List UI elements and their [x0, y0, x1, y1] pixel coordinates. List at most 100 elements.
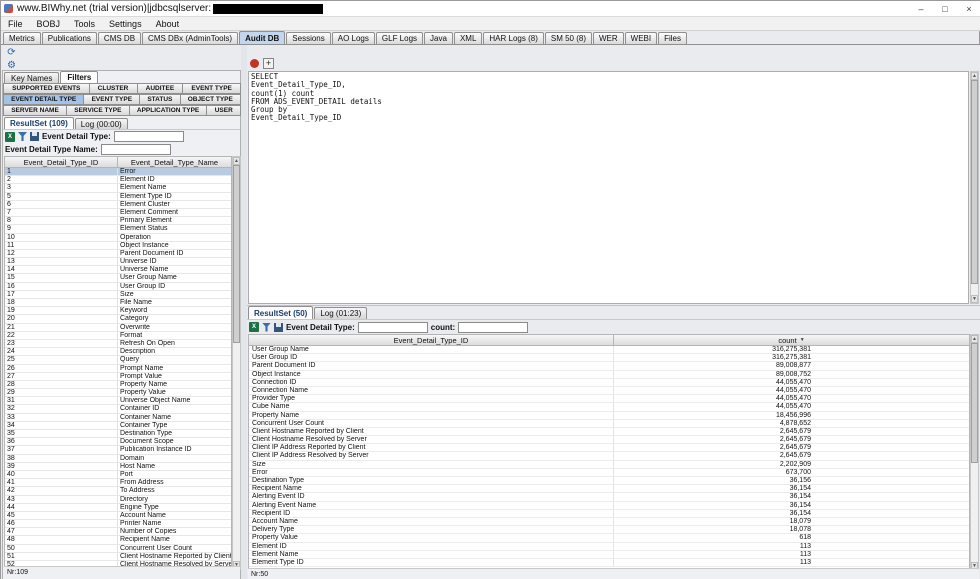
main-tab[interactable]: Metrics — [3, 32, 41, 44]
scroll-up-icon[interactable]: ▲ — [971, 335, 978, 343]
table-row[interactable]: 13 Universe ID — [5, 258, 231, 267]
table-row[interactable]: 35 Destination Type — [5, 430, 231, 439]
table-row[interactable]: 9 Element Status — [5, 225, 231, 234]
table-row[interactable]: 51 Client Hostname Reported by Client — [5, 552, 231, 561]
menu-item[interactable]: About — [149, 17, 187, 30]
table-row[interactable]: Client IP Address Reported by Client 2,6… — [249, 444, 969, 453]
count-input[interactable] — [458, 321, 529, 333]
table-row[interactable]: Destination Type 36,156 — [249, 477, 969, 486]
table-row[interactable]: 42 To Address — [5, 487, 231, 496]
filter-tab[interactable]: STATUS — [139, 94, 181, 105]
filter-tab[interactable]: CLUSTER — [88, 83, 138, 94]
table-row[interactable]: Property Value 618 — [249, 534, 969, 543]
filter-tab[interactable]: USER — [206, 105, 241, 116]
main-tab[interactable]: Audit DB — [239, 31, 286, 44]
menu-item[interactable]: BOBJ — [30, 17, 68, 30]
excel-export-icon[interactable]: X — [5, 131, 15, 142]
table-row[interactable]: Cube Name 44,055,470 — [249, 403, 969, 412]
table-row[interactable]: User Group Name 316,275,381 — [249, 346, 969, 355]
main-tab[interactable]: CMS DB — [97, 32, 142, 44]
table-row[interactable]: 48 Recipient Name — [5, 536, 231, 545]
table-row[interactable]: Element ID 113 — [249, 542, 969, 551]
save-icon[interactable] — [274, 322, 283, 332]
table-row[interactable]: 19 Keyword — [5, 307, 231, 316]
table-row[interactable]: User Group ID 316,275,381 — [249, 354, 969, 363]
table-row[interactable]: Client IP Address Resolved by Server 2,6… — [249, 452, 969, 461]
table-row[interactable]: 22 Format — [5, 331, 231, 340]
table-row[interactable]: 3 Element Name — [5, 184, 231, 193]
table-row[interactable]: Object Instance 89,008,752 — [249, 370, 969, 379]
filter-tab[interactable]: EVENT DETAIL TYPE — [3, 94, 85, 105]
resultset-tab[interactable]: Log (00:00) — [74, 118, 128, 129]
table-row[interactable]: Parent Document ID 89,008,877 — [249, 362, 969, 371]
table-row[interactable]: Connection Name 44,055,470 — [249, 386, 969, 396]
sql-scrollbar[interactable]: ▲ ▼ — [970, 71, 979, 304]
filter-tab[interactable]: OBJECT TYPE — [179, 94, 241, 105]
table-row[interactable]: 28 Property Name — [5, 380, 231, 390]
table-row[interactable]: Alerting Event ID 36,154 — [249, 493, 969, 502]
table-row[interactable]: 37 Publication Instance ID — [5, 446, 231, 455]
main-tab[interactable]: XML — [453, 32, 483, 44]
event-detail-type-name-input[interactable] — [100, 144, 171, 155]
column-header-event-detail-type-id[interactable]: Event_Detail_Type_ID — [249, 335, 614, 345]
table-row[interactable]: 11 Object Instance — [5, 241, 231, 250]
table-row[interactable]: Element Name 113 — [249, 550, 969, 559]
result-tab[interactable]: ResultSet (50) — [248, 306, 314, 319]
left-panel-tab[interactable]: Key Names — [4, 72, 60, 83]
table-row[interactable]: 39 Host Name — [5, 462, 231, 471]
excel-export-icon[interactable]: X — [249, 322, 259, 332]
table-row[interactable]: 43 Directory — [5, 495, 231, 504]
main-tab[interactable]: GLF Logs — [375, 32, 424, 44]
table-row[interactable]: 25 Query — [5, 356, 231, 365]
filter-icon[interactable] — [262, 322, 271, 332]
left-panel-tab[interactable]: Filters — [60, 71, 99, 83]
maximize-button[interactable]: □ — [933, 1, 957, 16]
scroll-thumb[interactable] — [971, 343, 978, 464]
table-row[interactable]: 14 Universe Name — [5, 266, 231, 275]
table-row[interactable]: 33 Container Name — [5, 413, 231, 422]
table-row[interactable]: Client Hostname Resolved by Server 2,645… — [249, 436, 969, 445]
table-row[interactable]: 12 Parent Document ID — [5, 249, 231, 259]
table-row[interactable]: Client Hostname Reported by Client 2,645… — [249, 427, 969, 437]
main-tab[interactable]: Java — [424, 32, 453, 44]
filter-tab[interactable]: SUPPORTED EVENTS — [3, 83, 90, 94]
main-tab[interactable]: SM 50 (8) — [544, 32, 592, 44]
main-tab[interactable]: Files — [658, 32, 687, 44]
table-row[interactable]: 2 Element ID — [5, 176, 231, 185]
scroll-up-icon[interactable]: ▲ — [971, 72, 978, 80]
table-row[interactable]: 17 Size — [5, 290, 231, 299]
table-row[interactable]: 16 User Group ID — [5, 282, 231, 291]
scroll-thumb[interactable] — [971, 80, 978, 285]
minimize-button[interactable]: – — [909, 1, 933, 16]
resultset-tab[interactable]: ResultSet (109) — [4, 117, 74, 129]
table-row[interactable]: 27 Prompt Value — [5, 372, 231, 381]
filter-tab[interactable]: APPLICATION TYPE — [128, 105, 208, 116]
table-row[interactable]: Property Name 18,456,996 — [249, 411, 969, 420]
scroll-down-icon[interactable]: ▼ — [971, 295, 978, 303]
table-row[interactable]: 5 Element Type ID — [5, 192, 231, 201]
save-icon[interactable] — [30, 132, 39, 141]
left-table-scrollbar[interactable]: ▲ ▼ — [232, 156, 241, 570]
main-tab[interactable]: AO Logs — [331, 32, 375, 44]
main-tab[interactable]: CMS DBx (AdminTools) — [142, 32, 239, 44]
table-row[interactable]: Recipient Name 36,154 — [249, 485, 969, 494]
table-row[interactable]: 31 Universe Object Name — [5, 397, 231, 406]
result-table-scrollbar[interactable]: ▲ ▼ — [970, 334, 979, 571]
table-row[interactable]: 29 Property Value — [5, 389, 231, 398]
table-row[interactable]: Connection ID 44,055,470 — [249, 378, 969, 387]
table-row[interactable]: 7 Element Comment — [5, 208, 231, 218]
table-row[interactable]: 26 Prompt Name — [5, 364, 231, 373]
filter-tab[interactable]: EVENT TYPE — [83, 94, 141, 105]
table-row[interactable]: Alerting Event Name 36,154 — [249, 501, 969, 510]
table-row[interactable]: Size 2,202,909 — [249, 460, 969, 469]
main-tab[interactable]: WEBI — [624, 32, 658, 44]
table-row[interactable]: 44 Engine Type — [5, 503, 231, 512]
filter-tab[interactable]: AUDITEE — [136, 83, 184, 94]
table-row[interactable]: Element Type ID 113 — [249, 558, 969, 568]
column-header-count[interactable]: count ▼ — [614, 335, 969, 345]
table-row[interactable]: 36 Document Scope — [5, 438, 231, 447]
filter-tab[interactable]: SERVER NAME — [3, 105, 68, 116]
table-row[interactable]: 46 Printer Name — [5, 520, 231, 529]
column-header-name[interactable]: Event_Detail_Type_Name — [118, 157, 231, 167]
stop-icon[interactable] — [250, 59, 259, 68]
